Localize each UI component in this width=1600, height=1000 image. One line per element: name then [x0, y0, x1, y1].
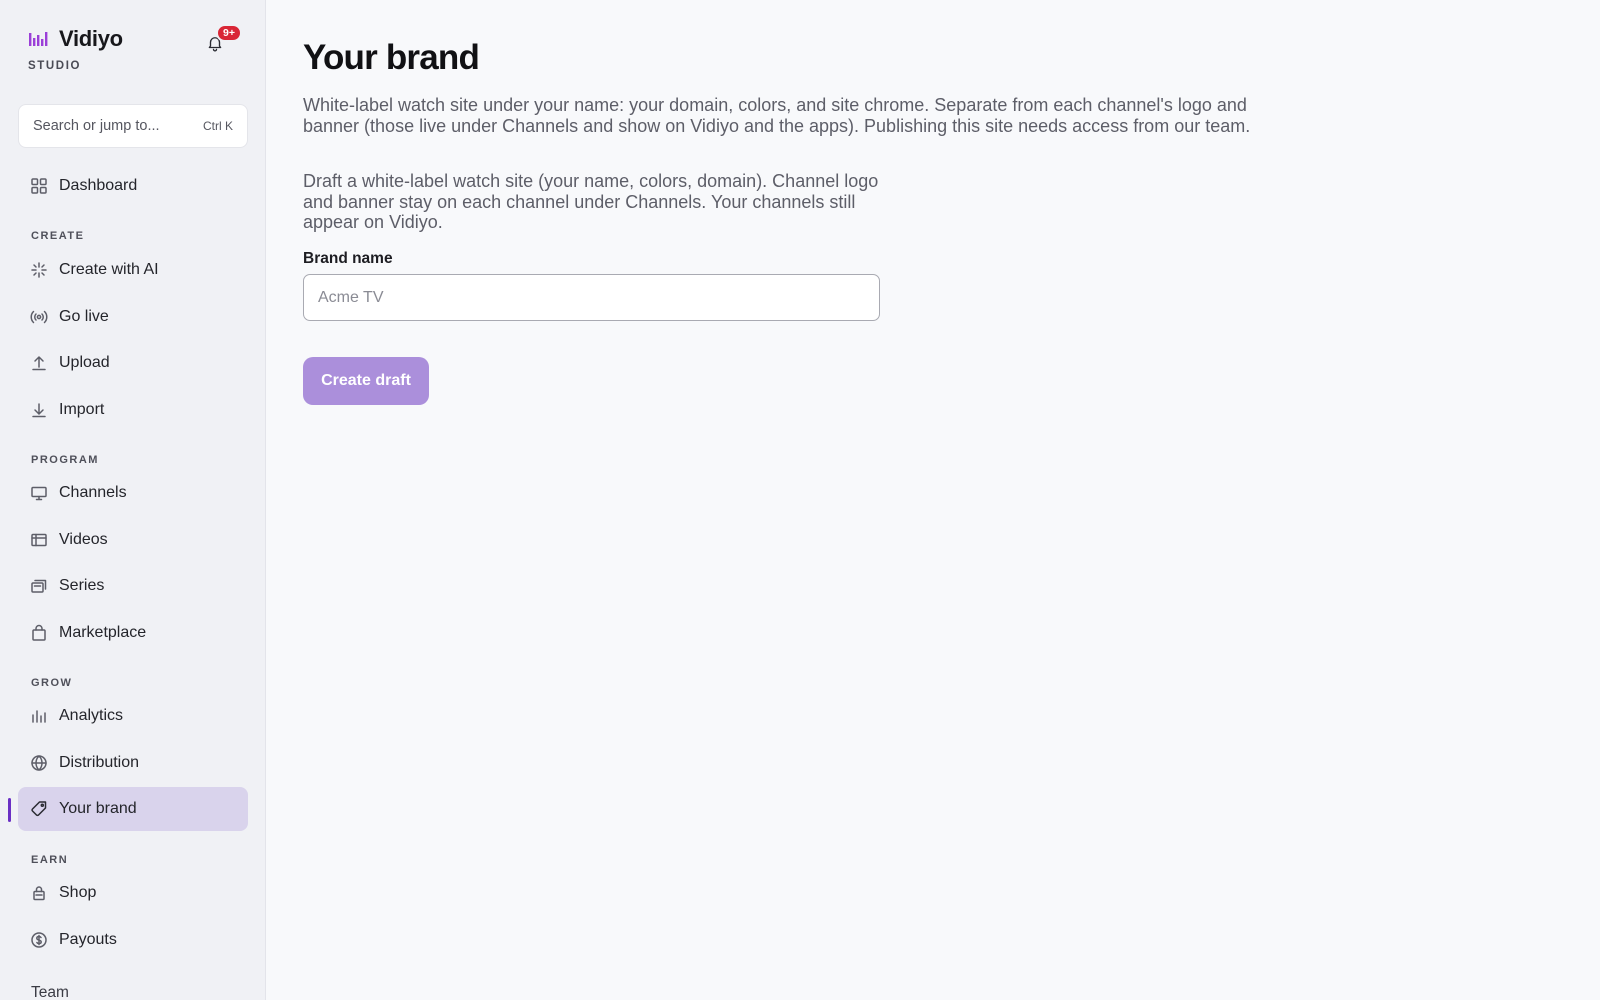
tag-icon [31, 801, 47, 817]
section-grow: GROW [31, 677, 73, 689]
broadcast-icon [30, 310, 48, 324]
sidebar-item-label: Go live [59, 308, 109, 325]
sidebar-item-upload[interactable]: Upload [18, 341, 248, 385]
section-program: PROGRAM [31, 454, 99, 466]
sidebar-item-create-with-ai[interactable]: Create with AI [18, 248, 248, 292]
bar-chart-icon [32, 710, 46, 723]
sidebar-item-label: Dashboard [59, 177, 138, 194]
stack-icon [31, 579, 47, 593]
sidebar-item-label: Payouts [59, 931, 117, 948]
sidebar-item-label: Marketplace [59, 624, 147, 641]
monitor-icon [31, 486, 47, 501]
sidebar-item-channels[interactable]: Channels [18, 471, 248, 515]
sidebar-item-label: Series [59, 577, 105, 594]
sidebar-item-label: Distribution [59, 754, 140, 771]
page-title: Your brand [303, 38, 480, 77]
sidebar-item-label: Create with AI [59, 261, 159, 278]
draft-description: Draft a white-label watch site (your nam… [303, 171, 879, 232]
download-icon [32, 403, 46, 418]
sidebar-item-import[interactable]: Import [18, 388, 248, 432]
brand-name-input[interactable] [303, 274, 880, 321]
lock-bag-icon [33, 886, 45, 901]
app-name: Vidiyo [59, 26, 123, 51]
grid-icon [31, 178, 47, 194]
upload-icon [32, 356, 46, 371]
brand-logo[interactable]: Vidiyo [28, 26, 123, 52]
sidebar-item-label: Your brand [59, 800, 137, 817]
page-description: White-label watch site under your name: … [303, 95, 1251, 136]
sidebar-item-series[interactable]: Series [18, 564, 248, 608]
create-draft-button[interactable]: Create draft [303, 357, 429, 405]
search-placeholder: Search or jump to... [33, 118, 160, 134]
bag-icon [32, 624, 46, 641]
sidebar-item-dashboard[interactable]: Dashboard [18, 164, 248, 208]
sidebar-item-your-brand[interactable]: Your brand [18, 787, 248, 831]
sidebar-item-label: Shop [59, 884, 97, 901]
search-input[interactable]: Search or jump to... Ctrl K [18, 104, 248, 148]
globe-icon [31, 755, 47, 771]
sidebar: Vidiyo STUDIO 9+ Search or jump to... Ct… [0, 0, 266, 1000]
section-create: CREATE [31, 230, 85, 242]
sparkle-icon [31, 262, 47, 278]
sidebar-item-analytics[interactable]: Analytics [18, 694, 248, 738]
sidebar-item-payouts[interactable]: Payouts [18, 918, 248, 962]
brand-name-label: Brand name [303, 250, 393, 267]
sidebar-item-videos[interactable]: Videos [18, 518, 248, 562]
sidebar-item-label: Videos [59, 531, 108, 548]
sidebar-item-label: Import [59, 401, 105, 418]
film-icon [31, 533, 47, 547]
sidebar-item-label: Analytics [59, 707, 124, 724]
sidebar-item-shop[interactable]: Shop [18, 871, 248, 915]
sidebar-item-distribution[interactable]: Distribution [18, 741, 248, 785]
notification-badge: 9+ [216, 24, 242, 42]
sidebar-item-go-live[interactable]: Go live [18, 295, 248, 339]
sidebar-item-label: Upload [59, 354, 110, 371]
search-shortcut: Ctrl K [203, 119, 233, 133]
sidebar-item-label: Channels [59, 484, 127, 501]
active-indicator [8, 798, 11, 822]
dollar-circle-icon [31, 932, 47, 948]
sidebar-item-team[interactable]: Team [31, 984, 69, 1000]
equalizer-logo-icon [29, 32, 48, 46]
sidebar-item-marketplace[interactable]: Marketplace [18, 611, 248, 655]
section-earn: EARN [31, 854, 69, 866]
app-subtitle: STUDIO [28, 60, 82, 72]
